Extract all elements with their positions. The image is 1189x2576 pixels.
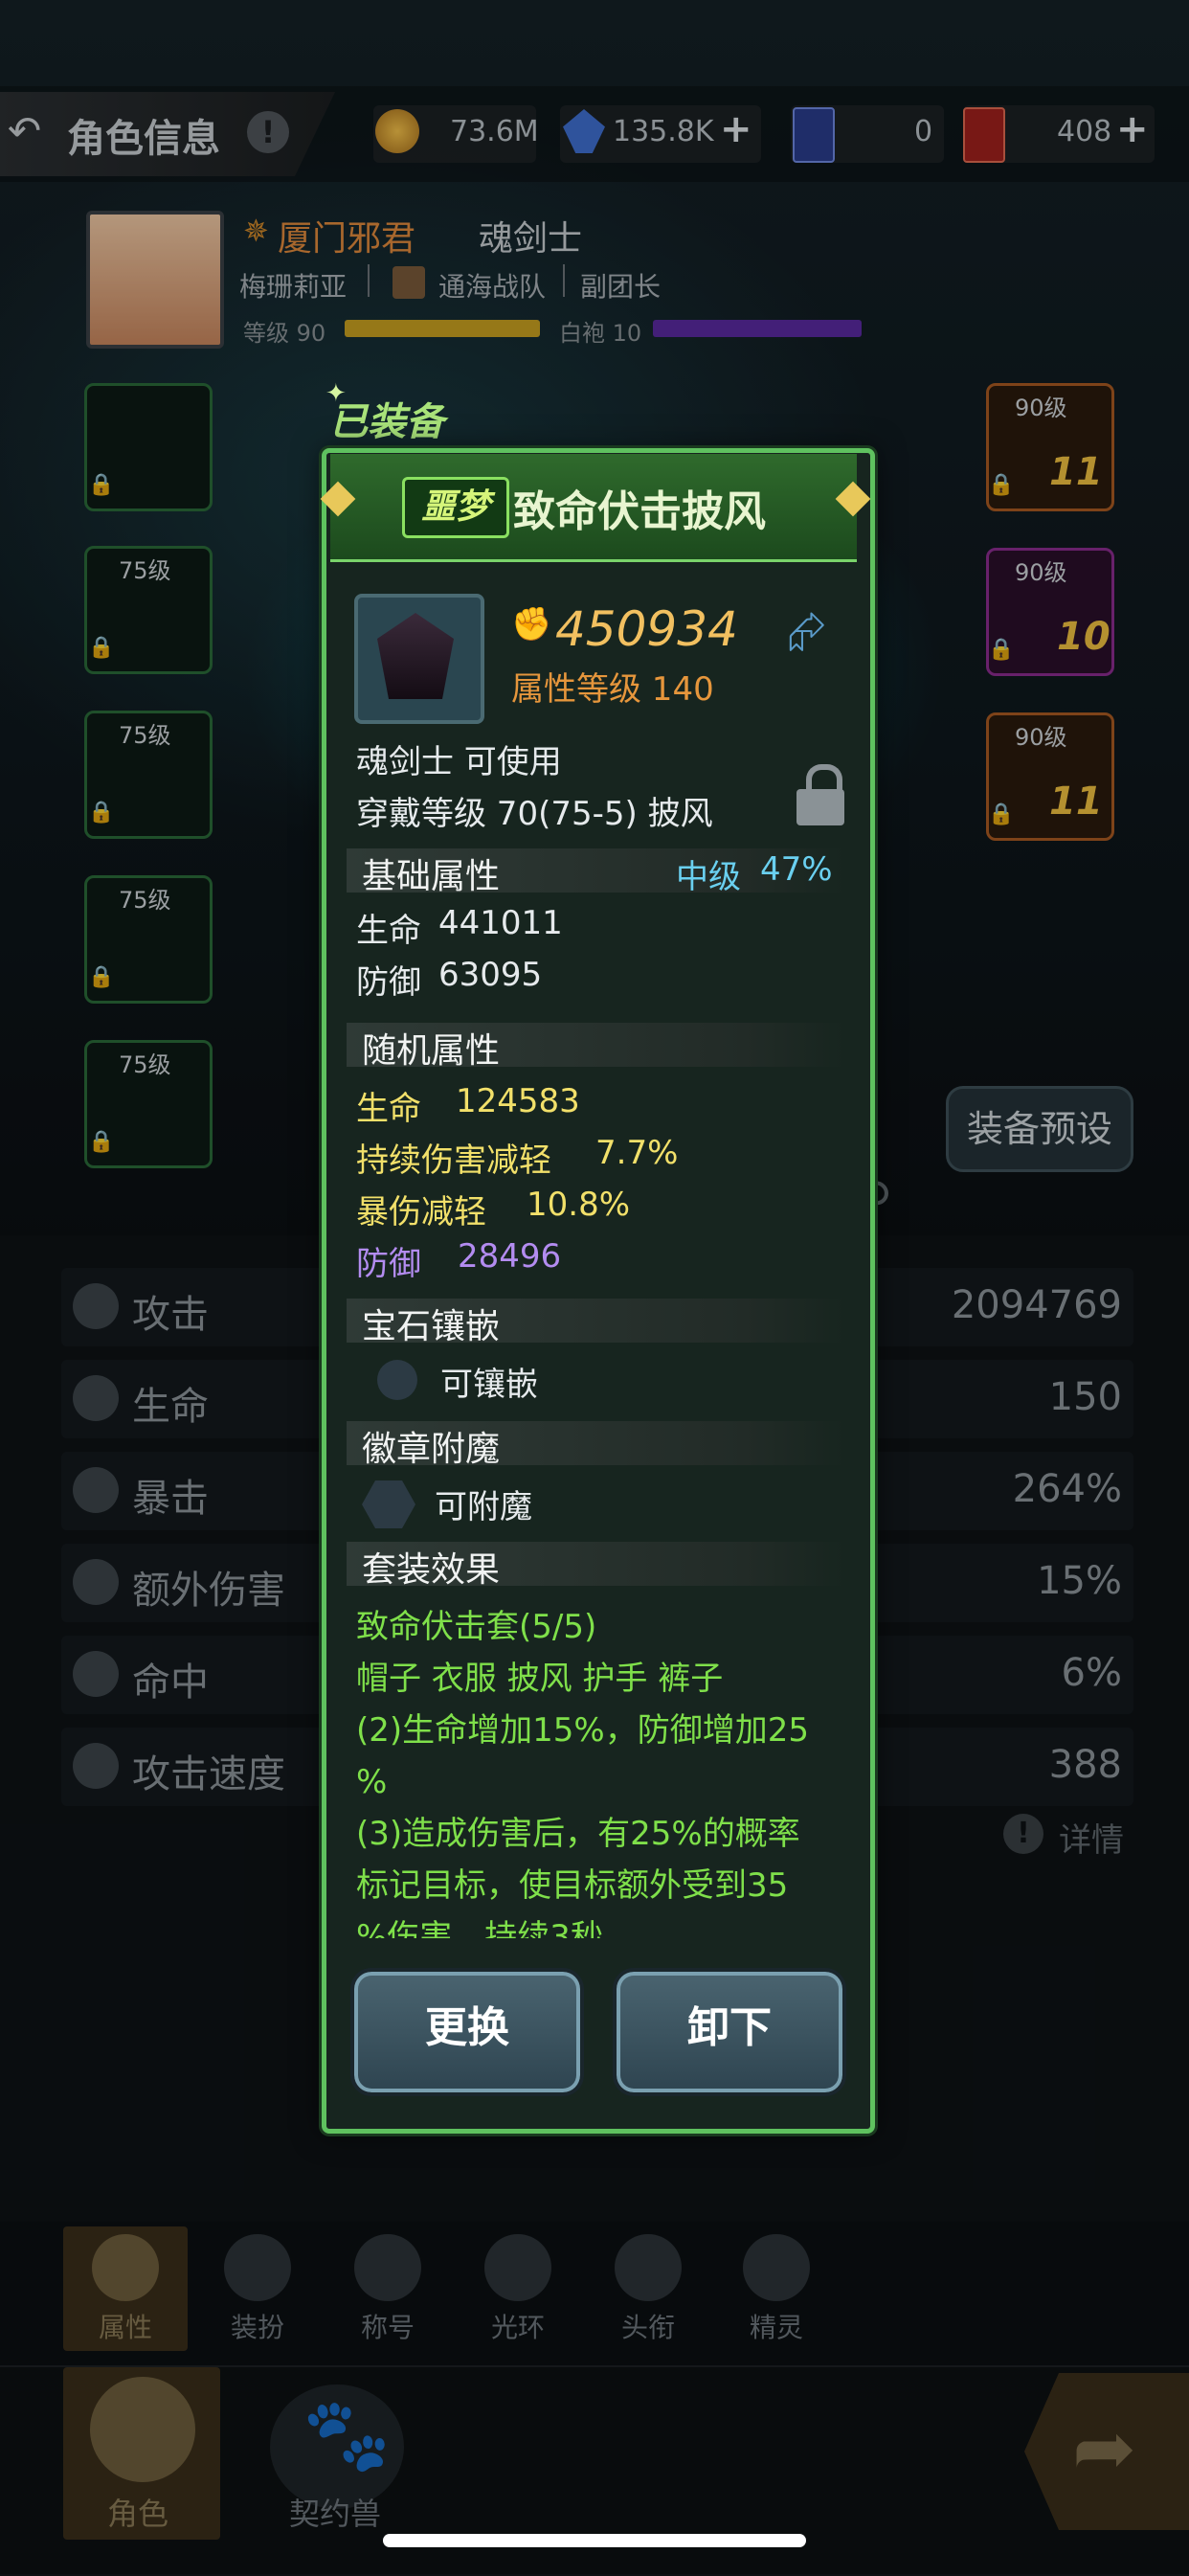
unequip-button[interactable]: 卸下 — [613, 1968, 846, 2096]
set-line: 帽子 衣服 披风 护手 裤子 — [356, 1660, 724, 1698]
set-effect-scroll[interactable]: 致命伏击套(5/5) 帽子 衣服 披风 护手 裤子 (2)生命增加15%，防御增… — [347, 1595, 844, 1938]
set-line: (3)造成伤害后，有25%的概率 — [356, 1815, 800, 1853]
equipped-label: 已装备 — [329, 400, 444, 444]
item-power: 450934 — [555, 601, 738, 657]
random-attr-value: 10.8% — [527, 1186, 631, 1224]
random-attr-value: 7.7% — [595, 1134, 679, 1172]
gem-status: 可镶嵌 — [440, 1366, 538, 1404]
section-title: 套装效果 — [362, 1550, 501, 1590]
section-title: 宝石镶嵌 — [362, 1307, 501, 1346]
home-indicator[interactable] — [383, 2534, 806, 2547]
set-line: % — [356, 1763, 388, 1801]
share-icon[interactable]: ⮳ — [787, 603, 827, 662]
attribute-level: 属性等级 140 — [511, 670, 714, 709]
set-line: 致命伏击套(5/5) — [356, 1608, 597, 1646]
item-name: 致命伏击披风 — [513, 487, 766, 536]
base-percent: 47% — [760, 850, 833, 889]
base-attr-value: 441011 — [438, 904, 563, 942]
badge-status: 可附魔 — [435, 1488, 532, 1526]
random-attr-key: 生命 — [356, 1090, 421, 1128]
set-line: (2)生命增加15%，防御增加25 — [356, 1711, 809, 1750]
base-attr-key: 生命 — [356, 912, 421, 950]
random-attr-key: 防御 — [356, 1245, 421, 1283]
power-icon: ✊ — [511, 605, 552, 644]
section-title: 随机属性 — [362, 1031, 501, 1071]
lock-icon[interactable] — [796, 764, 844, 825]
section-title: 徽章附魔 — [362, 1430, 501, 1469]
usable-class: 魂剑士 可使用 — [356, 743, 562, 781]
random-attr-value: 28496 — [458, 1237, 562, 1276]
random-attr-key: 暴伤减轻 — [356, 1193, 486, 1232]
sparkle-icon: ✦ — [325, 379, 347, 408]
replace-button[interactable]: 更换 — [350, 1968, 584, 2096]
base-grade: 中级 — [676, 858, 741, 896]
gem-socket-icon — [377, 1360, 417, 1400]
base-attr-value: 63095 — [438, 956, 543, 994]
random-attr-key: 持续伤害减轻 — [356, 1141, 551, 1180]
set-line: %伤害，持续3秒 — [356, 1918, 603, 1938]
set-line: 标记目标，使目标额外受到35 — [356, 1866, 789, 1905]
random-attr-value: 124583 — [456, 1082, 580, 1120]
set-tag: 噩梦 — [402, 477, 509, 538]
base-attr-key: 防御 — [356, 963, 421, 1002]
section-title: 基础属性 — [362, 857, 501, 896]
wear-level: 穿戴等级 70(75-5) 披风 — [356, 795, 713, 833]
